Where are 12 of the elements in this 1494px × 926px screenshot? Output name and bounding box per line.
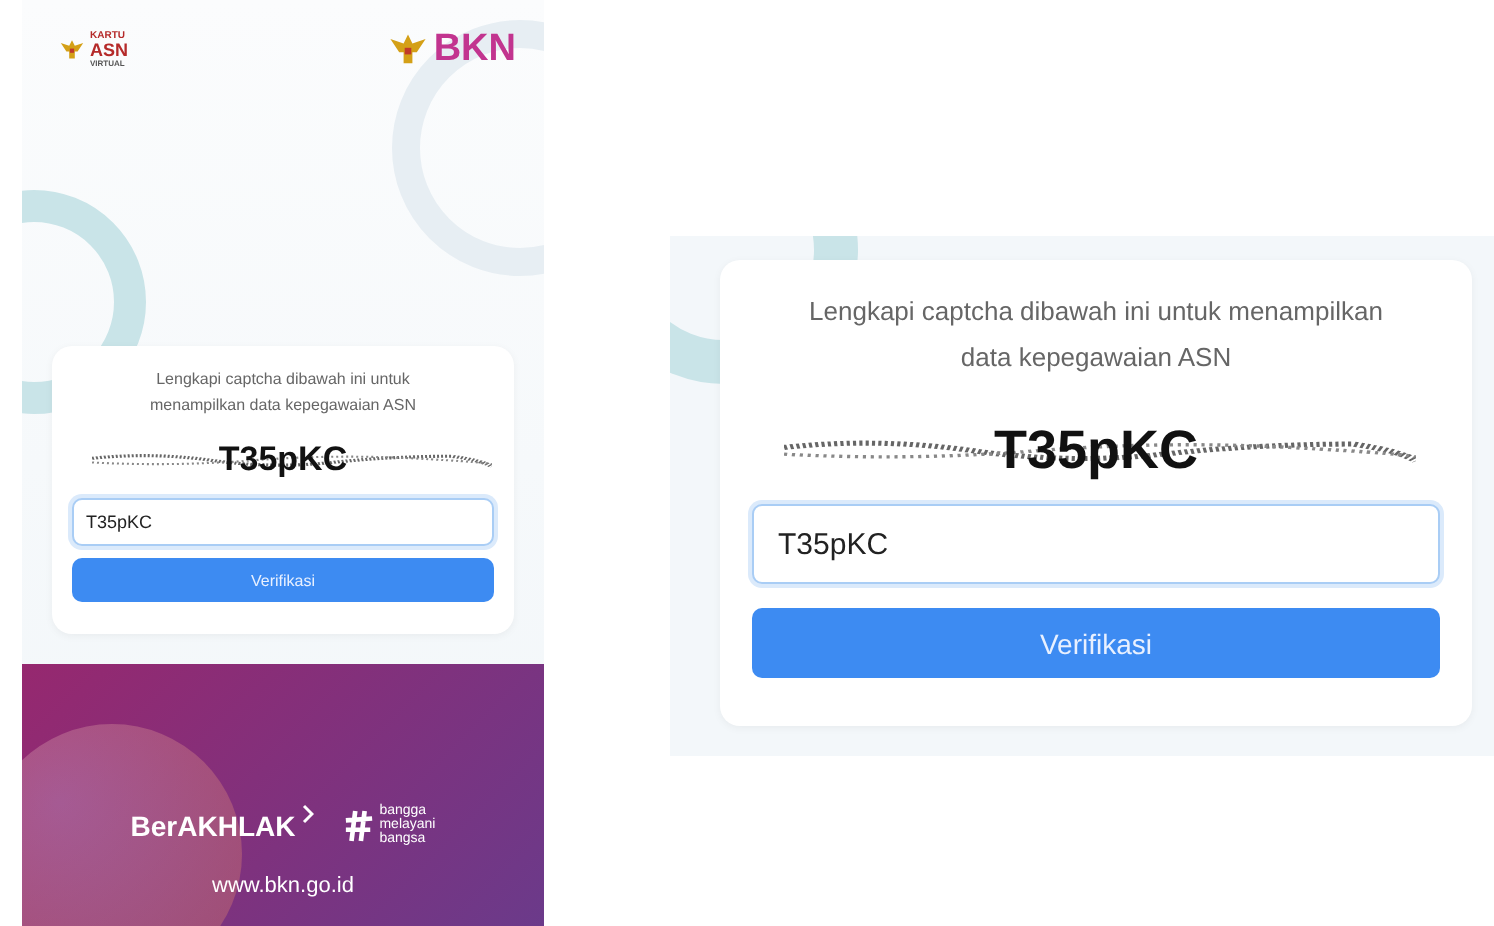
brand-logo-text: BKN <box>433 28 516 72</box>
slogan-text: BerAKHLAK <box>130 809 296 841</box>
captcha-text: T35pKC <box>993 419 1198 481</box>
website-text: www.bkn.go.id <box>212 874 354 898</box>
emblem-icon <box>58 36 86 64</box>
captcha-input-field[interactable]: T35pKC <box>72 498 494 546</box>
instruction-text: Lengkapi captcha dibawah ini untuk menampilkan data kepegawaian ASN <box>148 368 418 418</box>
hash-icon <box>343 807 374 843</box>
captcha-input-field[interactable]: T35pKC <box>752 504 1440 584</box>
instruction-text: Lengkapi captcha dibawah ini untuk menampilkan data kepegawaian ASN <box>807 294 1385 376</box>
captcha-text: T35pKC <box>218 440 348 480</box>
chevron-icon <box>301 804 314 824</box>
